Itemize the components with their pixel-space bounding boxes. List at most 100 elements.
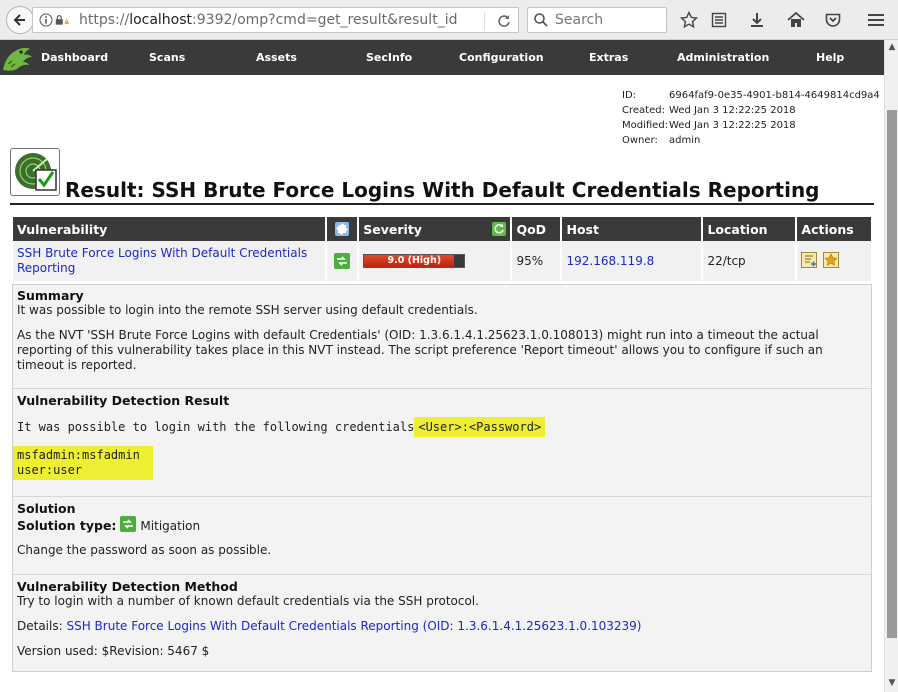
nav-dashboard[interactable]: Dashboard: [41, 40, 108, 75]
actions-cell: [797, 241, 871, 281]
credentials-highlight: msfadmin:msfadmin user:user: [13, 446, 153, 480]
detection-method-text: Try to login with a number of known defa…: [17, 594, 479, 608]
table-row: SSH Brute Force Logins With Default Cred…: [13, 241, 871, 281]
nav-assets[interactable]: Assets: [256, 40, 297, 75]
detection-method-details: Details: SSH Brute Force Logins With Def…: [17, 619, 871, 634]
add-note-icon[interactable]: [801, 251, 818, 271]
home-icon[interactable]: [784, 8, 808, 32]
back-button[interactable]: [6, 6, 34, 34]
summary-note-line1: As the NVT 'SSH Brute Force Logins with …: [17, 328, 819, 342]
main-navigation: Dashboard Scans Assets SecInfo Configura…: [0, 40, 884, 75]
vulnerability-cell: SSH Brute Force Logins With Default Cred…: [13, 241, 325, 281]
result-radar-icon: [10, 148, 60, 196]
add-override-icon[interactable]: [823, 251, 840, 271]
detection-method-heading: Vulnerability Detection Method: [17, 579, 238, 594]
scroll-down-icon[interactable]: ▼: [887, 678, 897, 688]
pocket-icon[interactable]: [821, 8, 845, 32]
solution-type-line: Solution type: Mitigation: [17, 515, 871, 533]
table-header-row: Vulnerability Severity QoD Host Location…: [13, 217, 871, 241]
severity-refresh-icon[interactable]: [492, 222, 507, 236]
owner-value: admin: [669, 135, 701, 146]
summary-note-line3: timeout is reported.: [17, 358, 137, 372]
severity-bar: 9.0 (High): [363, 254, 466, 268]
greenbone-logo-icon[interactable]: [0, 40, 36, 75]
details-nvt-link[interactable]: SSH Brute Force Logins With Default Cred…: [66, 619, 641, 633]
detection-result-heading: Vulnerability Detection Result: [17, 393, 230, 408]
solution-text: Change the password as soon as possible.: [17, 543, 272, 557]
version-used: Version used: $Revision: 5467 $: [17, 644, 210, 658]
search-icon: [534, 13, 548, 27]
col-severity[interactable]: Severity: [359, 217, 511, 241]
page-scrollbar[interactable]: ▲ ▼: [884, 40, 898, 692]
summary-section: Summary It was possible to login into th…: [13, 288, 871, 388]
detection-result-intro-line: It was possible to login with the follow…: [17, 416, 871, 438]
puzzle-icon: [334, 222, 349, 237]
insecure-lock-icon[interactable]: [55, 13, 69, 27]
vulnerability-link[interactable]: SSH Brute Force Logins With Default Cred…: [17, 246, 321, 276]
browser-toolbar: https://localhost:9392/omp?cmd=get_resul…: [0, 0, 898, 40]
id-label: ID:: [622, 90, 637, 101]
back-arrow-icon: [13, 14, 25, 26]
nav-extras[interactable]: Extras: [589, 40, 628, 75]
result-details-panel: Summary It was possible to login into th…: [12, 284, 872, 672]
col-solution-type: [326, 217, 358, 241]
detection-result-section: Vulnerability Detection Result It was po…: [13, 388, 871, 496]
col-actions: Actions: [797, 217, 871, 241]
severity-bar-label: 9.0 (High): [387, 255, 442, 266]
search-input[interactable]: Search: [527, 7, 667, 33]
severity-header-label: Severity: [363, 221, 422, 237]
solution-heading: Solution: [17, 501, 76, 516]
menu-hamburger-icon[interactable]: [864, 8, 888, 32]
col-location[interactable]: Location: [703, 217, 796, 241]
credential-format-highlight: <User>:<Password>: [414, 417, 546, 437]
url-text[interactable]: https://localhost:9392/omp?cmd=get_resul…: [79, 12, 459, 28]
bookmark-star-icon[interactable]: [677, 8, 701, 32]
mitigation-icon: [333, 253, 350, 269]
result-table: Vulnerability Severity QoD Host Location…: [11, 217, 873, 281]
qod-cell: 95%: [512, 241, 561, 281]
reload-icon[interactable]: [484, 12, 512, 30]
host-link[interactable]: 192.168.119.8: [566, 254, 654, 268]
modified-label: Modified:: [622, 120, 669, 131]
summary-note-line2: reporting of this vulnerability takes pl…: [17, 343, 823, 357]
url-scheme: https://: [79, 12, 130, 28]
detection-result-intro: It was possible to login with the follow…: [17, 420, 415, 434]
scrollbar-thumb[interactable]: [887, 110, 897, 638]
reader-list-icon[interactable]: [707, 8, 731, 32]
col-host[interactable]: Host: [562, 217, 702, 241]
detection-method-section: Vulnerability Detection Method Try to lo…: [13, 574, 871, 671]
scroll-up-icon[interactable]: ▲: [887, 42, 897, 52]
owner-label: Owner:: [622, 135, 658, 146]
nav-configuration[interactable]: Configuration: [459, 40, 544, 75]
summary-heading: Summary: [17, 288, 84, 303]
col-vulnerability[interactable]: Vulnerability: [13, 217, 325, 241]
url-host: localhost: [129, 12, 193, 28]
credential-pair-1: msfadmin:msfadmin: [17, 448, 140, 462]
col-qod[interactable]: QoD: [512, 217, 561, 241]
created-label: Created:: [622, 105, 665, 116]
nav-administration[interactable]: Administration: [677, 40, 769, 75]
nav-help[interactable]: Help: [816, 40, 844, 75]
result-metadata: ID: 6964faf9-0e35-4901-b814-4649814cd9a4 …: [622, 88, 880, 148]
info-icon[interactable]: [39, 13, 53, 27]
credential-pair-2: user:user: [17, 463, 83, 477]
solution-section: Solution Solution type: Mitigation Chang…: [13, 496, 871, 574]
vulnerability-name-line2: Reporting: [17, 261, 76, 275]
solution-type-label: Solution type:: [17, 518, 117, 533]
severity-cell: 9.0 (High): [359, 241, 511, 281]
created-value: Wed Jan 3 12:22:25 2018: [669, 105, 796, 116]
modified-value: Wed Jan 3 12:22:25 2018: [669, 120, 796, 131]
download-icon[interactable]: [745, 8, 769, 32]
title-divider: [10, 203, 874, 205]
id-value: 6964faf9-0e35-4901-b814-4649814cd9a4: [669, 90, 880, 101]
page-title: Result: SSH Brute Force Logins With Defa…: [65, 178, 820, 202]
solution-type-cell: [326, 241, 358, 281]
mitigation-icon: [120, 515, 137, 532]
details-label: Details:: [17, 619, 67, 633]
url-bar[interactable]: https://localhost:9392/omp?cmd=get_resul…: [32, 7, 519, 33]
host-cell: 192.168.119.8: [562, 241, 702, 281]
search-placeholder: Search: [555, 12, 604, 28]
nav-scans[interactable]: Scans: [149, 40, 185, 75]
solution-type-value: Mitigation: [140, 518, 201, 533]
nav-secinfo[interactable]: SecInfo: [366, 40, 412, 75]
